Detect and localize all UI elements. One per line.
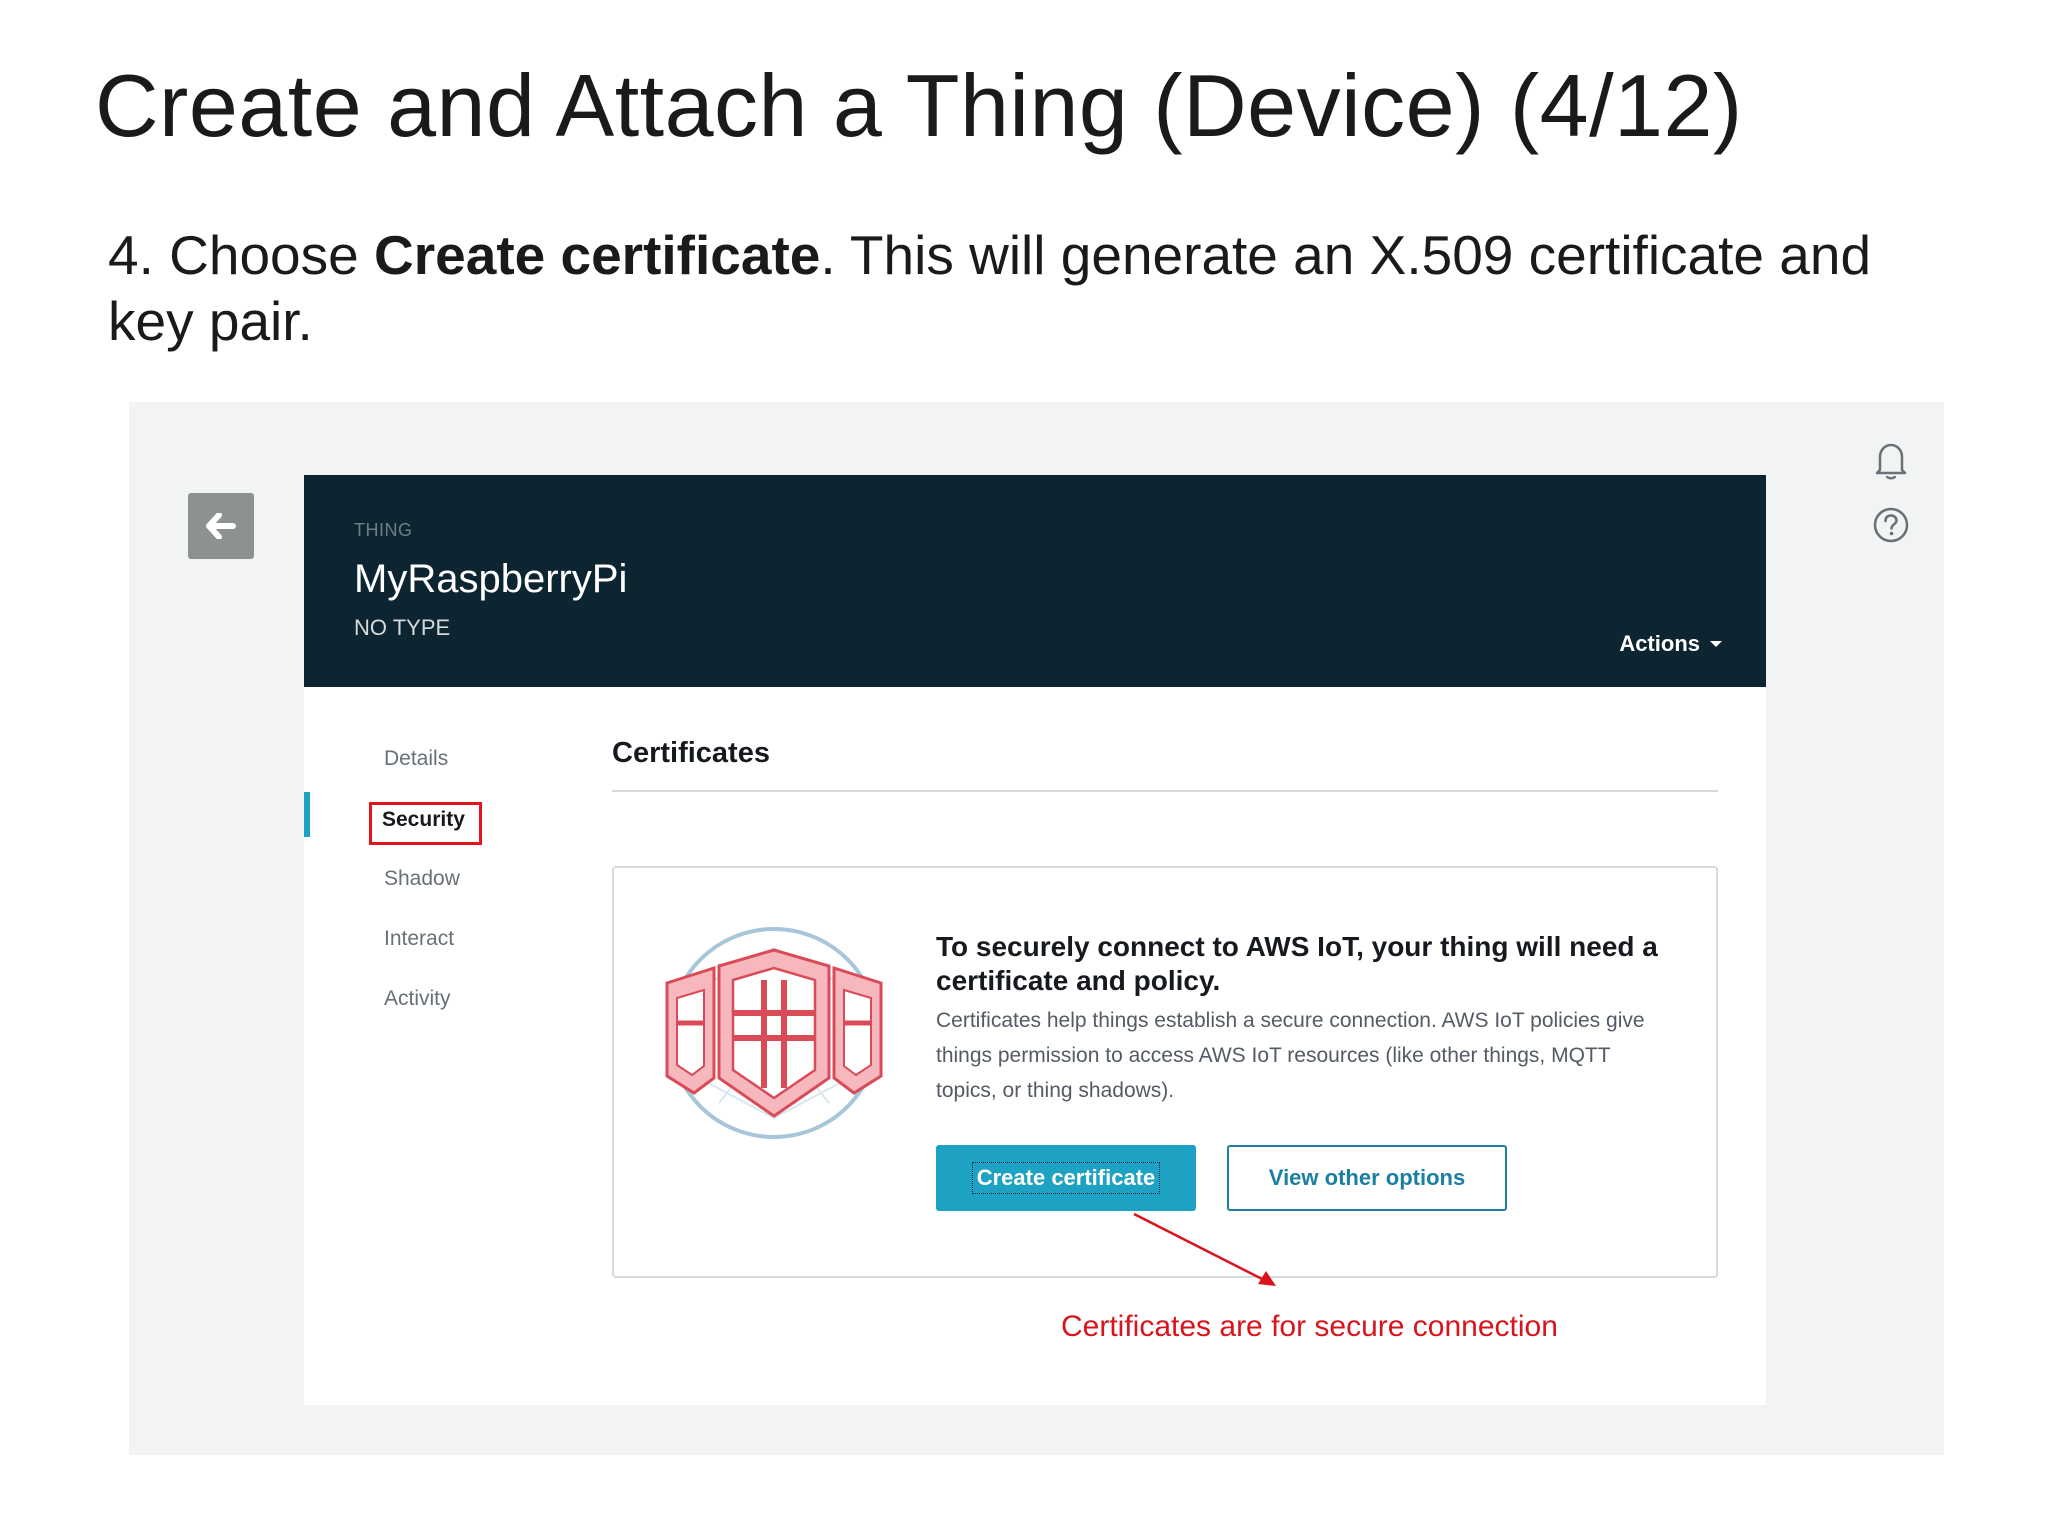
shield-certificate-icon bbox=[665, 927, 883, 1139]
section-divider bbox=[612, 790, 1718, 792]
thing-name: MyRaspberryPi bbox=[354, 557, 628, 601]
create-certificate-button[interactable]: Create certificate bbox=[936, 1145, 1196, 1211]
nav-item-details[interactable]: Details bbox=[384, 747, 448, 771]
security-highlight-box bbox=[369, 802, 482, 845]
thing-label: THING bbox=[354, 520, 413, 540]
annotation-text: Certificates are for secure connection bbox=[1061, 1310, 1558, 1343]
nav-active-indicator bbox=[304, 792, 310, 837]
nav-item-interact[interactable]: Interact bbox=[384, 927, 454, 951]
arrow-left-icon bbox=[206, 513, 236, 539]
instruction-prefix: 4. Choose bbox=[108, 224, 375, 286]
actions-dropdown[interactable]: Actions bbox=[1619, 631, 1722, 657]
slide-instruction: 4. Choose Create certificate. This will … bbox=[108, 222, 1908, 354]
thing-header: THING MyRaspberryPi NO TYPE Actions bbox=[304, 475, 1766, 687]
card-body: Certificates help things establish a sec… bbox=[936, 1009, 1645, 1102]
help-circle-icon[interactable] bbox=[1872, 506, 1910, 544]
nav-item-activity[interactable]: Activity bbox=[384, 987, 451, 1011]
annotation-arrow bbox=[1133, 1212, 1276, 1286]
thing-type: NO TYPE bbox=[354, 615, 451, 640]
instruction-bold: Create certificate bbox=[374, 224, 821, 286]
slide-title: Create and Attach a Thing (Device) (4/12… bbox=[95, 56, 1743, 155]
section-title: Certificates bbox=[612, 737, 770, 769]
view-other-options-button[interactable]: View other options bbox=[1227, 1145, 1507, 1211]
caret-down-icon bbox=[1710, 641, 1722, 647]
nav-item-shadow[interactable]: Shadow bbox=[384, 867, 460, 891]
create-certificate-label: Create certificate bbox=[971, 1162, 1161, 1194]
card-heading: To securely connect to AWS IoT, your thi… bbox=[936, 931, 1658, 996]
actions-label: Actions bbox=[1619, 631, 1700, 656]
bell-icon[interactable] bbox=[1873, 441, 1909, 481]
thing-detail-panel: THING MyRaspberryPi NO TYPE Actions Deta… bbox=[304, 475, 1766, 1405]
back-button[interactable] bbox=[188, 493, 254, 559]
